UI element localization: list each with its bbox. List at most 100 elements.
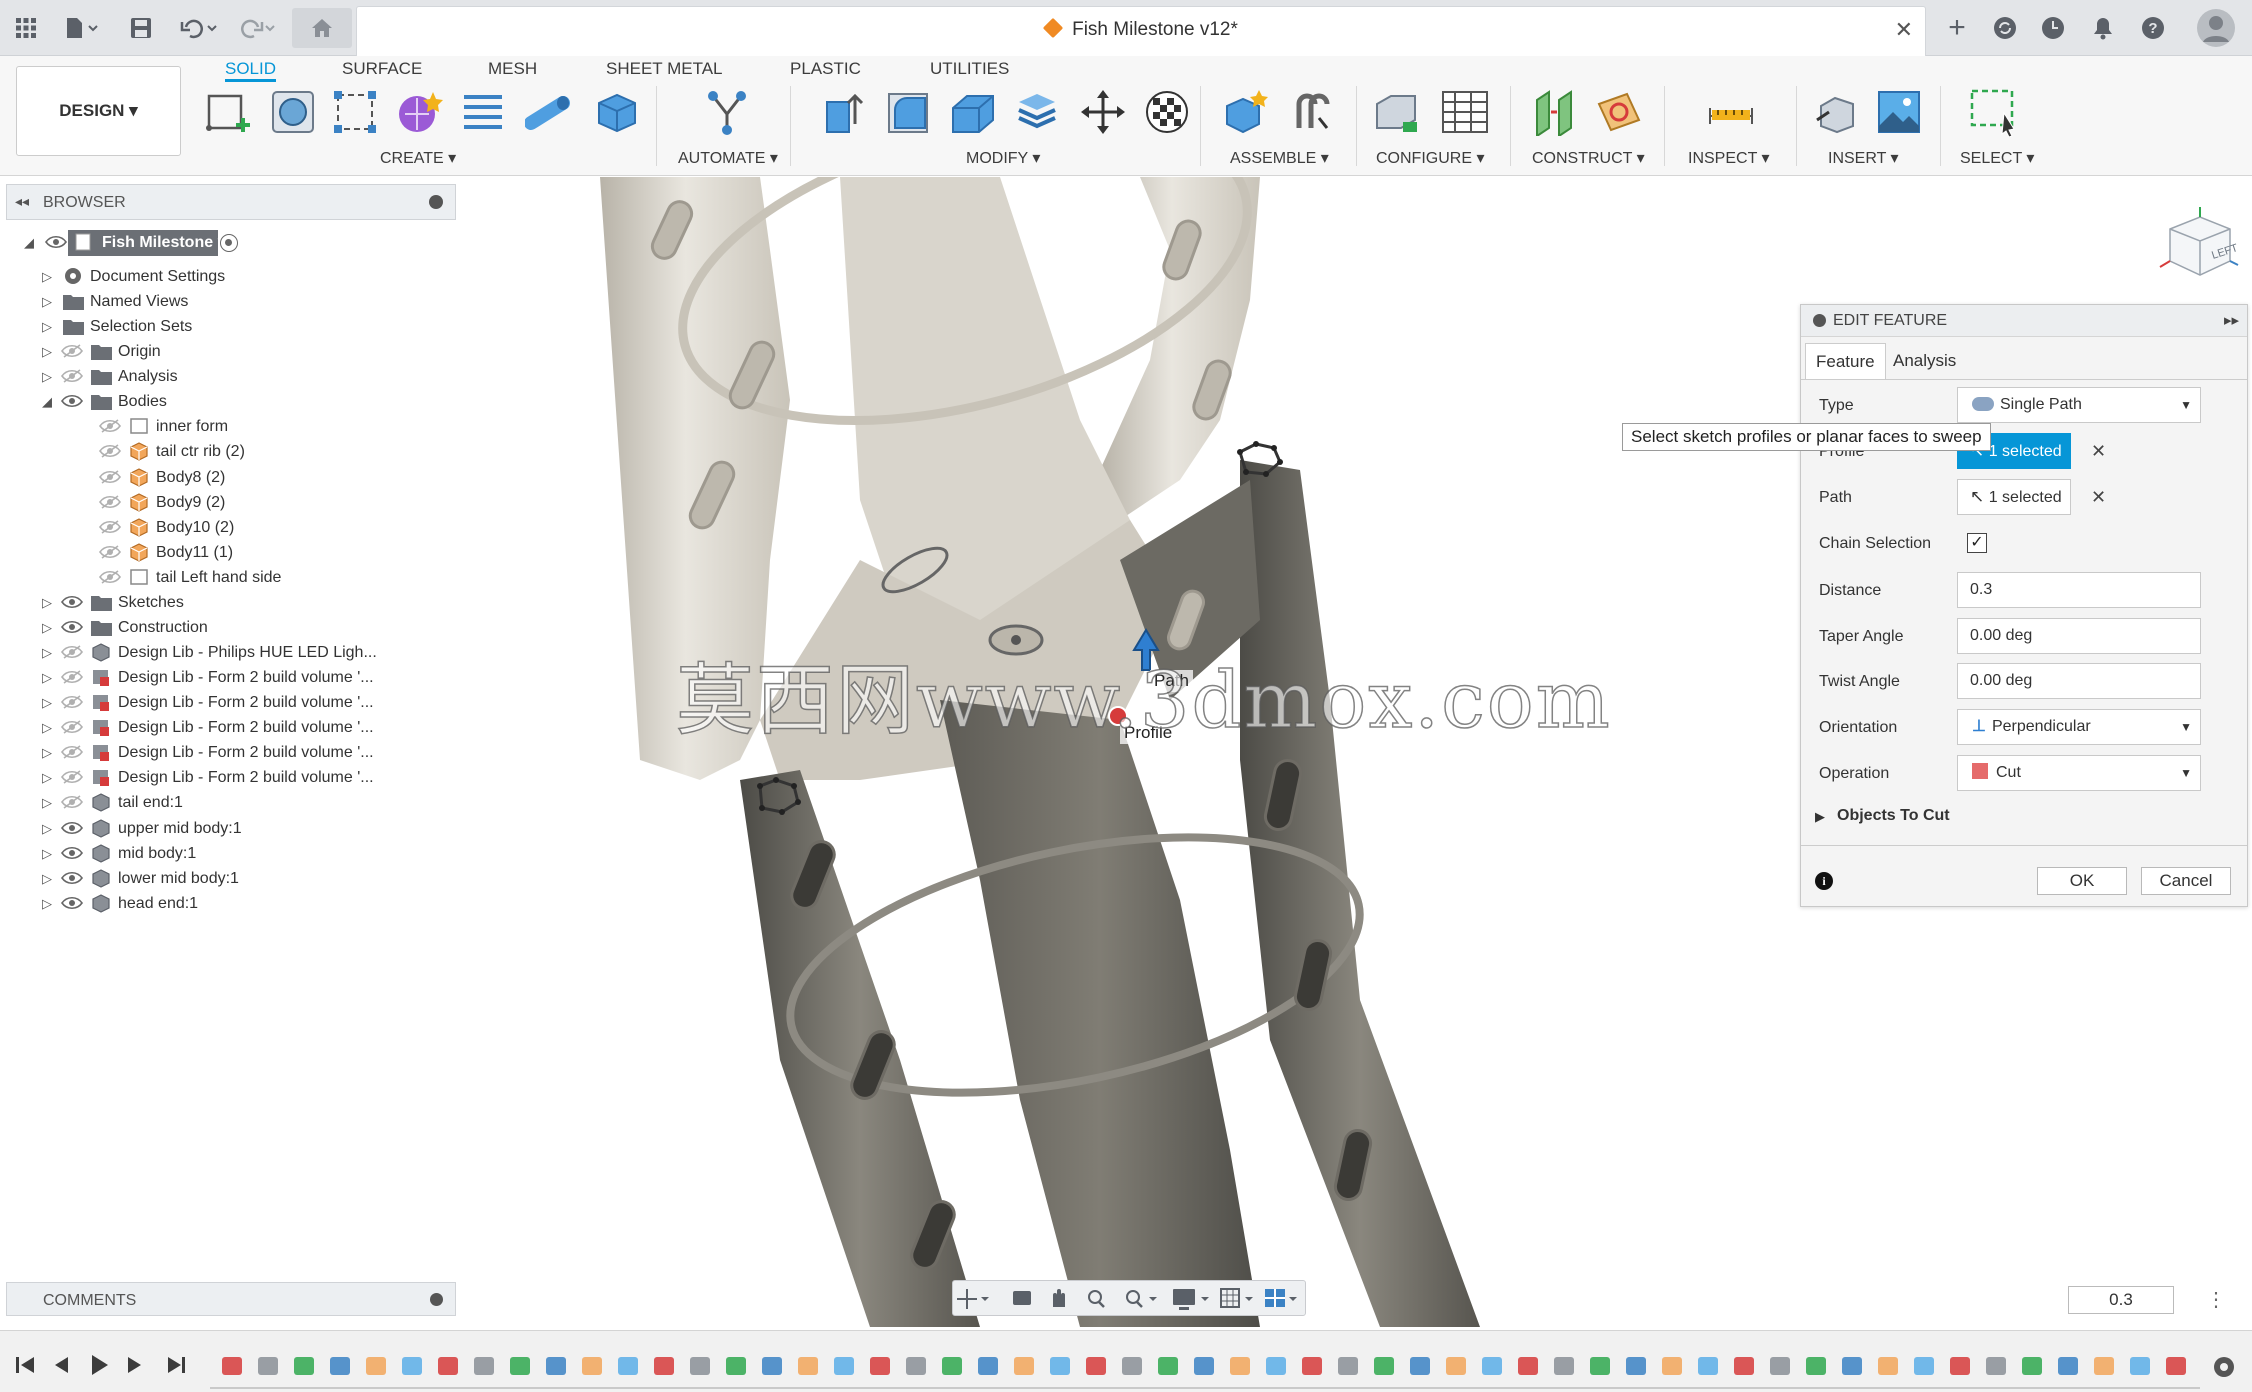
expand-panel-icon[interactable]: ▸▸ [2224,311,2239,329]
timeline-step-icon[interactable] [1806,1357,1826,1375]
timeline-step-icon[interactable] [546,1357,566,1375]
configuration-table-icon[interactable] [1440,86,1490,138]
collapse-browser-icon[interactable]: ◂◂ [15,193,29,210]
timeline-step-icon[interactable] [1230,1357,1250,1375]
expand-arrow-icon[interactable]: ▷ [42,670,52,686]
timeline-steps[interactable] [210,1357,2200,1389]
zoom-input[interactable]: 0.3 [2068,1286,2174,1314]
timeline-step-icon[interactable] [1698,1357,1718,1375]
twist-angle-input[interactable]: 0.00 deg [1957,663,2201,699]
automate-icon[interactable] [702,86,752,138]
expand-arrow-icon[interactable]: ▷ [42,720,52,736]
new-tab-icon[interactable]: + [1940,10,1974,46]
tab-feature[interactable]: Feature [1805,343,1886,379]
timeline-step-icon[interactable] [1590,1357,1610,1375]
expand-arrow-icon[interactable]: ▷ [42,795,52,811]
timeline-step-icon[interactable] [258,1357,278,1375]
document-tab[interactable]: Fish Milestone v12* ✕ [356,6,1926,56]
visibility-eye-icon[interactable] [60,820,84,836]
timeline-step-icon[interactable] [474,1357,494,1375]
fit-icon[interactable] [1126,1290,1157,1308]
pan-icon[interactable] [1053,1289,1065,1307]
timeline-step-icon[interactable] [1770,1357,1790,1375]
timeline-settings-icon[interactable] [2214,1357,2234,1377]
timeline-step-icon[interactable] [1626,1357,1646,1375]
visibility-eye-icon[interactable] [60,594,84,610]
expand-arrow-icon[interactable]: ▷ [42,369,52,385]
visibility-eye-icon[interactable] [44,234,68,250]
operation-dropdown[interactable]: Cut ▼ [1957,755,2201,791]
expand-arrow-icon[interactable]: ▷ [42,294,52,310]
create-form-tspline-icon[interactable] [394,86,444,138]
fillet-icon[interactable] [884,86,934,138]
insert-derive-icon[interactable] [1812,86,1862,138]
tab-sheet-metal[interactable]: SHEET METAL [606,56,723,82]
timeline-step-icon[interactable] [762,1357,782,1375]
timeline-step-icon[interactable] [978,1357,998,1375]
viewports-icon[interactable] [1265,1289,1297,1307]
timeline-step-icon[interactable] [2130,1357,2150,1375]
create-form-icon[interactable] [268,86,318,138]
visibility-eye-icon[interactable] [60,368,84,384]
timeline-step-icon[interactable] [330,1357,350,1375]
timeline-step-icon[interactable] [1014,1357,1034,1375]
cancel-button[interactable]: Cancel [2141,867,2231,895]
press-pull-icon[interactable] [820,86,870,138]
timeline-previous-icon[interactable] [55,1357,68,1373]
timeline-step-icon[interactable] [1518,1357,1538,1375]
visibility-eye-icon[interactable] [98,519,122,535]
help-icon[interactable]: ? [2136,10,2170,46]
browser-root-item[interactable]: ◢ Fish Milestone v12 [6,226,456,260]
grid-settings-icon[interactable] [1220,1288,1253,1308]
tab-utilities[interactable]: UTILITIES [930,56,1009,82]
timeline-step-icon[interactable] [1194,1357,1214,1375]
move-icon[interactable] [1078,86,1128,138]
plane-at-angle-icon[interactable] [1594,86,1644,138]
timeline-step-icon[interactable] [942,1357,962,1375]
collapse-arrow-icon[interactable]: ◢ [24,235,34,251]
timeline-step-icon[interactable] [366,1357,386,1375]
tab-surface[interactable]: SURFACE [342,56,422,82]
derive-icon[interactable] [330,86,380,138]
expand-objects-icon[interactable]: ▶ [1815,809,1825,825]
timeline-last-icon[interactable] [168,1357,185,1373]
pipe-icon[interactable] [524,86,574,138]
expand-arrow-icon[interactable]: ▷ [42,821,52,837]
clear-profile-icon[interactable]: ✕ [2091,441,2106,462]
ok-button[interactable]: OK [2037,867,2127,895]
timeline-step-icon[interactable] [1734,1357,1754,1375]
timeline-step-icon[interactable] [2022,1357,2042,1375]
visibility-eye-icon[interactable] [98,569,122,585]
timeline-step-icon[interactable] [2166,1357,2186,1375]
timeline-step-icon[interactable] [294,1357,314,1375]
modify-group-label[interactable]: MODIFY ▾ [966,148,1040,168]
chamfer-icon[interactable] [948,86,998,138]
visibility-eye-icon[interactable] [60,794,84,810]
comments-add-icon[interactable] [430,1293,443,1306]
panel-collapse-icon[interactable] [1813,314,1826,327]
timeline-step-icon[interactable] [1374,1357,1394,1375]
measure-icon[interactable] [1706,86,1756,138]
timeline-next-icon[interactable] [128,1357,141,1373]
visibility-eye-icon[interactable] [60,669,84,685]
file-menu-icon[interactable] [58,10,104,46]
tab-solid[interactable]: SOLID [225,56,277,82]
timeline-step-icon[interactable] [2094,1357,2114,1375]
insert-canvas-icon[interactable] [1874,86,1924,138]
expand-arrow-icon[interactable]: ▷ [42,695,52,711]
expand-arrow-icon[interactable]: ▷ [42,319,52,335]
window-select-icon[interactable] [1970,86,2020,138]
zoom-icon[interactable] [1088,1290,1105,1308]
create-sketch-icon[interactable] [204,86,254,138]
collapse-arrow-icon[interactable]: ◢ [42,394,52,410]
display-settings-icon[interactable] [1173,1289,1209,1310]
timeline-step-icon[interactable] [438,1357,458,1375]
timeline-step-icon[interactable] [1482,1357,1502,1375]
tab-analysis[interactable]: Analysis [1883,343,1966,379]
pattern-icon[interactable] [458,86,508,138]
expand-arrow-icon[interactable]: ▷ [42,595,52,611]
chain-selection-checkbox[interactable]: ✓ [1967,533,1987,553]
timeline-step-icon[interactable] [1122,1357,1142,1375]
timeline-step-icon[interactable] [618,1357,638,1375]
sync-icon[interactable] [1988,10,2022,46]
